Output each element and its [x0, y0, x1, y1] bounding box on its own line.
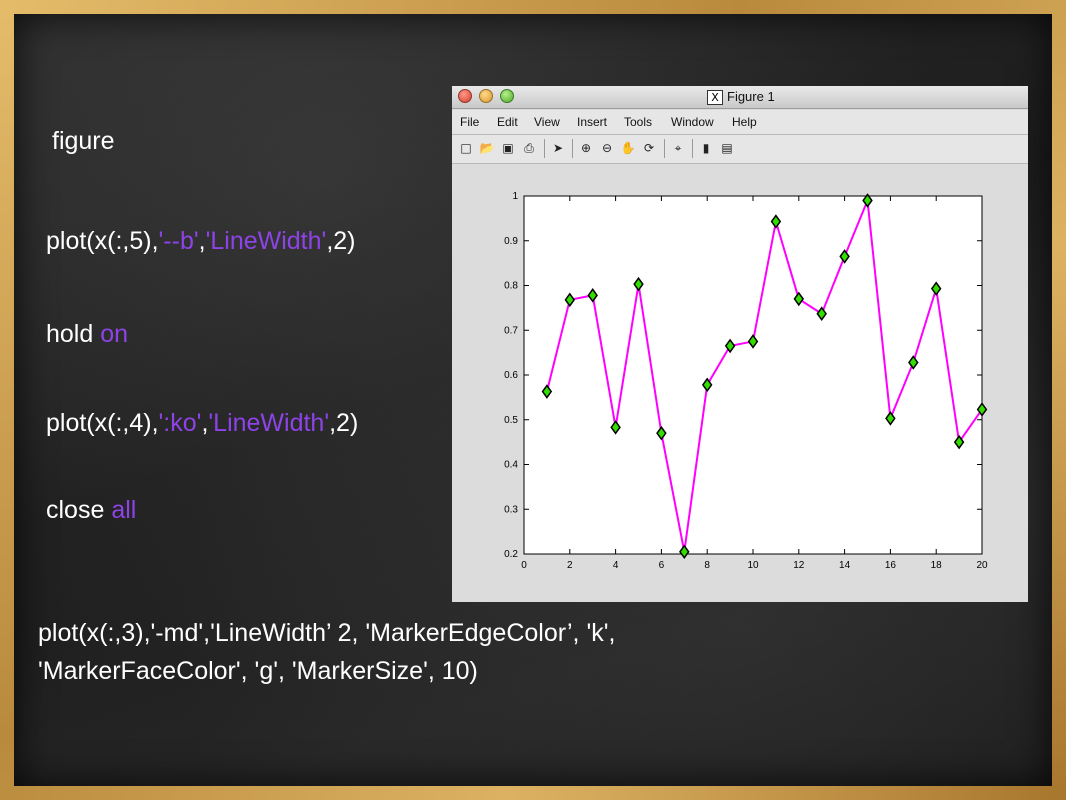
x-tick-label: 18	[931, 560, 943, 571]
zoom-out-icon[interactable]: ⊖	[599, 140, 615, 156]
x-tick-label: 14	[839, 560, 851, 571]
toolbar-separator	[544, 139, 545, 158]
open-folder-icon[interactable]: 📂	[479, 140, 495, 156]
code-plot1-comma: ,	[198, 227, 206, 255]
figure-window-title: Figure 1	[727, 89, 775, 104]
line-plot: 0 2 4 6 8 10 12 14 16 18 20 0.2 0.3 0.4 0.5 0.6 0.7 0.8 0.…	[504, 191, 988, 571]
toolbar-separator	[664, 139, 665, 158]
toolbar-separator	[572, 139, 573, 158]
y-tick-label: 0.9	[504, 236, 518, 247]
chalkboard: figure plot(x(:,5),'--b','LineWidth',2) …	[14, 14, 1052, 786]
y-tick-label: 0.6	[504, 370, 518, 381]
code-plot2-linewidth-arg: 'LineWidth'	[208, 409, 330, 437]
x-tick-label: 4	[613, 560, 619, 571]
y-tick-label: 0.2	[504, 549, 518, 560]
menu-file[interactable]: File	[460, 115, 479, 129]
print-icon[interactable]: ⎙	[521, 140, 537, 156]
x-tick-label: 6	[659, 560, 665, 571]
code-hold-on: hold on	[46, 319, 128, 349]
figure-window[interactable]: X Figure 1 File Edit View Insert Tools W…	[452, 86, 1028, 602]
menu-insert[interactable]: Insert	[577, 115, 607, 129]
code-plot2-prefix: plot(x(:,4),	[46, 409, 159, 437]
code-plot2-suffix: ,2)	[329, 409, 359, 437]
menu-edit[interactable]: Edit	[497, 115, 518, 129]
x-tick-label: 12	[793, 560, 805, 571]
code-hold-arg: on	[100, 320, 129, 348]
x-tick-label: 0	[521, 560, 527, 571]
zoom-window-button[interactable]	[500, 89, 514, 103]
x-tick-label: 2	[567, 560, 573, 571]
menu-view[interactable]: View	[534, 115, 560, 129]
y-tick-label: 0.4	[504, 460, 518, 471]
colorbar-icon[interactable]: ▮	[698, 140, 714, 156]
code-plot1-suffix: ,2)	[326, 227, 356, 255]
code-bottom-line-2: 'MarkerFaceColor', 'g', 'MarkerSize', 10…	[38, 657, 478, 685]
pointer-icon[interactable]: ➤	[550, 140, 566, 156]
toolbar-separator	[692, 139, 693, 158]
close-window-button[interactable]	[458, 89, 472, 103]
data-cursor-icon[interactable]: ⌖	[670, 140, 686, 156]
figure-toolbar: □ 📂 ▣ ⎙ ➤ ⊕ ⊖ ✋ ⟳ ⌖ ▮ ▤	[452, 135, 1028, 164]
x-tick-label: 20	[976, 560, 988, 571]
zoom-in-icon[interactable]: ⊕	[578, 140, 594, 156]
minimize-window-button[interactable]	[479, 89, 493, 103]
code-plot2-linestyle: ':ko'	[158, 409, 202, 437]
y-tick-label: 0.3	[504, 504, 518, 515]
x-tick-label: 10	[747, 560, 759, 571]
code-close-arg: all	[111, 496, 137, 524]
y-tick-label: 0.8	[504, 281, 518, 292]
code-figure: figure	[52, 126, 115, 156]
code-plot-line-2: plot(x(:,4),':ko','LineWidth',2)	[46, 408, 358, 438]
code-close-text: close	[46, 496, 105, 524]
x11-icon: X	[707, 90, 723, 105]
x-tick-label: 8	[704, 560, 710, 571]
rotate-3d-icon[interactable]: ⟳	[641, 140, 657, 156]
code-plot1-prefix: plot(x(:,5),	[46, 227, 159, 255]
code-plot-line-1: plot(x(:,5),'--b','LineWidth',2)	[46, 226, 356, 256]
code-plot1-linestyle: '--b'	[158, 227, 199, 255]
menu-tools[interactable]: Tools	[624, 115, 652, 129]
code-close-all: close all	[46, 495, 136, 525]
y-tick-label: 0.5	[504, 415, 518, 426]
save-icon[interactable]: ▣	[500, 140, 516, 156]
pan-hand-icon[interactable]: ✋	[620, 140, 636, 156]
x-tick-label: 16	[885, 560, 897, 571]
menu-window[interactable]: Window	[671, 115, 714, 129]
legend-icon[interactable]: ▤	[719, 140, 735, 156]
y-tick-label: 0.7	[504, 325, 518, 336]
code-figure-text: figure	[52, 127, 115, 155]
figure-titlebar[interactable]: X Figure 1	[452, 86, 1028, 109]
code-plot1-linewidth-arg: 'LineWidth'	[205, 227, 327, 255]
plot-axes-box	[523, 195, 983, 555]
code-bottom-line-1: plot(x(:,3),'-md','LineWidth’ 2, 'Marker…	[38, 619, 616, 647]
code-hold-text: hold	[46, 320, 94, 348]
figure-menubar: File Edit View Insert Tools Window Help	[452, 110, 1028, 135]
y-tick-label: 1	[512, 191, 518, 202]
menu-help[interactable]: Help	[732, 115, 757, 129]
new-file-icon[interactable]: □	[458, 140, 474, 156]
